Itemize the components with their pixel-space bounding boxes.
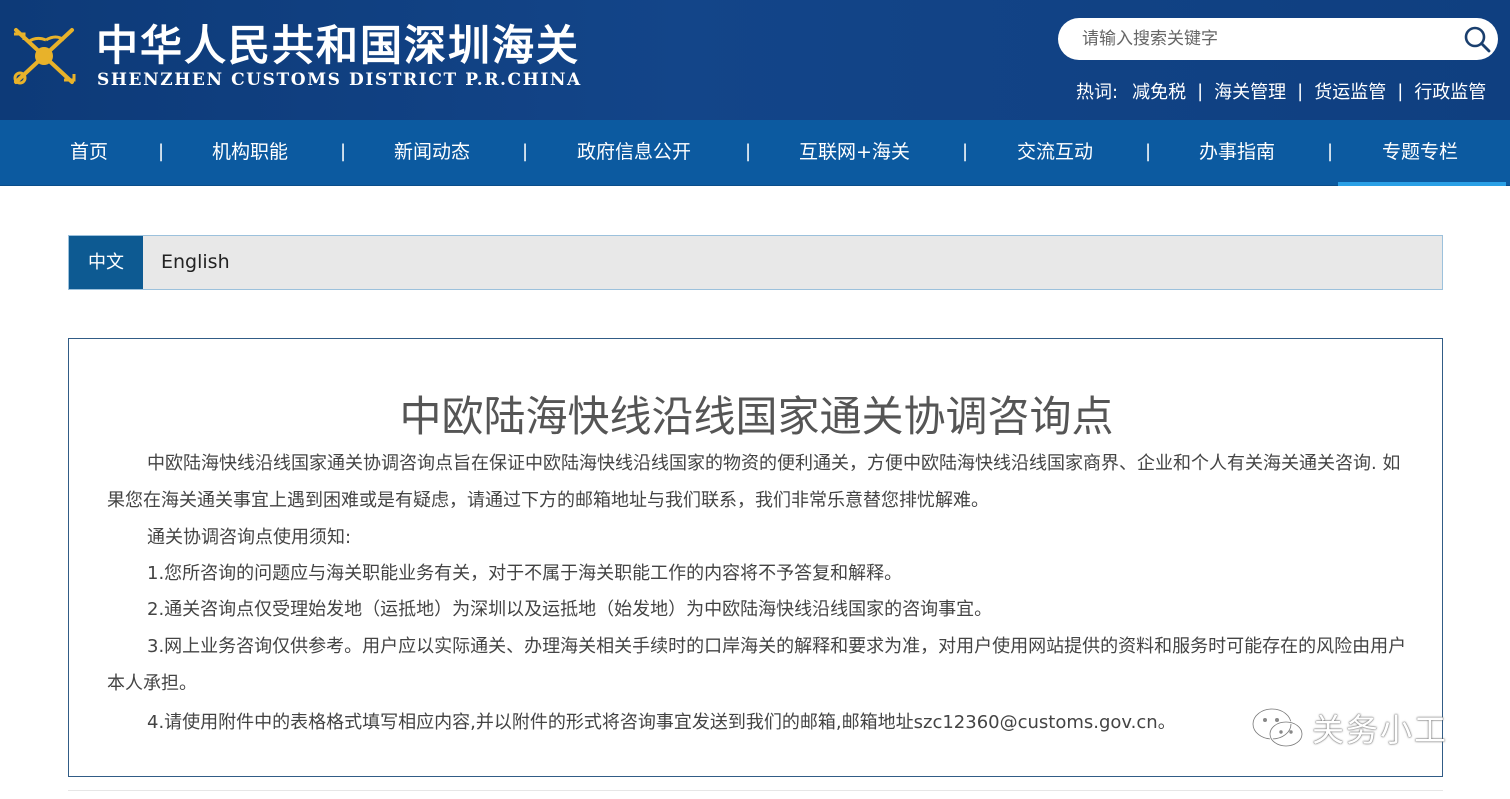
search-box (1058, 18, 1498, 60)
nav-separator: | (745, 141, 752, 162)
hotword-link[interactable]: 行政监管 (1414, 78, 1486, 104)
hotword-separator: | (1397, 80, 1404, 102)
site-title-en[interactable]: SHENZHEN CUSTOMS DISTRICT P.R.CHINA (97, 70, 582, 90)
nav-separator: | (1145, 141, 1152, 162)
wechat-icon (1251, 707, 1304, 748)
hotword-link[interactable]: 货运监管 (1314, 78, 1386, 104)
nav-item-home[interactable]: 首页 (70, 120, 108, 186)
intro-paragraph: 中欧陆海快线沿线国家通关协调咨询点旨在保证中欧陆海快线沿线国家的物资的便利通关，… (107, 453, 1401, 511)
nav-separator: | (522, 141, 529, 162)
rule-item: 3.网上业务咨询仅供参考。用户应以实际通关、办理海关相关手续时的口岸海关的解释和… (107, 636, 1407, 694)
site-header: 中华人民共和国深圳海关 SHENZHEN CUSTOMS DISTRICT P.… (0, 0, 1510, 120)
page-title: 中欧陆海快线沿线国家通关协调咨询点 (399, 392, 1114, 441)
hotword-separator: | (1297, 80, 1304, 102)
hotword-link[interactable]: 海关管理 (1214, 78, 1286, 104)
hotword-separator: | (1197, 80, 1204, 102)
rule-item: 2.通关咨询点仅受理始发地（运抵地）为深圳以及运抵地（始发地）为中欧陆海快线沿线… (147, 599, 993, 620)
nav-item-news[interactable]: 新闻动态 (394, 120, 470, 186)
search-input[interactable] (1082, 18, 1442, 60)
site-title-cn[interactable]: 中华人民共和国深圳海关 (96, 12, 580, 73)
nav-item-organization[interactable]: 机构职能 (212, 120, 288, 186)
watermark-text: 关务小工 (1312, 711, 1449, 749)
nav-separator: | (158, 141, 165, 162)
customs-emblem-icon[interactable] (6, 20, 84, 92)
divider (68, 790, 1443, 791)
nav-item-guide[interactable]: 办事指南 (1199, 120, 1275, 186)
rule-item: 1.您所咨询的问题应与海关职能业务有关，对于不属于海关职能工作的内容将不予答复和… (147, 563, 903, 584)
notice-heading: 通关协调咨询点使用须知: (147, 527, 352, 548)
tab-chinese[interactable]: 中文 (69, 236, 143, 289)
language-tabs: 中文 English (68, 235, 1443, 290)
rule-item-email: 4.请使用附件中的表格格式填写相应内容,并以附件的形式将咨询事宜发送到我们的邮箱… (147, 712, 1176, 733)
nav-item-special[interactable]: 专题专栏 (1382, 120, 1458, 186)
tab-english[interactable]: English (161, 236, 230, 289)
nav-item-gov-info[interactable]: 政府信息公开 (577, 120, 691, 186)
nav-active-indicator (1338, 182, 1506, 186)
nav-separator: | (340, 141, 347, 162)
nav-separator: | (1327, 141, 1334, 162)
nav-item-internet-customs[interactable]: 互联网+海关 (799, 120, 910, 186)
search-icon[interactable] (1462, 24, 1492, 54)
content-panel: 中欧陆海快线沿线国家通关协调咨询点 中欧陆海快线沿线国家通关协调咨询点旨在保证中… (68, 338, 1443, 777)
watermark: 关务小工 (1250, 705, 1448, 751)
nav-item-interaction[interactable]: 交流互动 (1017, 120, 1093, 186)
hotwords-label: 热词: (1076, 82, 1119, 103)
hotwords: 热词: 减免税 | 海关管理 | 货运监管 | 行政监管 (1076, 78, 1486, 104)
nav-separator: | (962, 141, 969, 162)
main-nav: 首页 | 机构职能 | 新闻动态 | 政府信息公开 | 互联网+海关 | 交流互… (0, 120, 1510, 186)
hotword-link[interactable]: 减免税 (1132, 78, 1186, 104)
